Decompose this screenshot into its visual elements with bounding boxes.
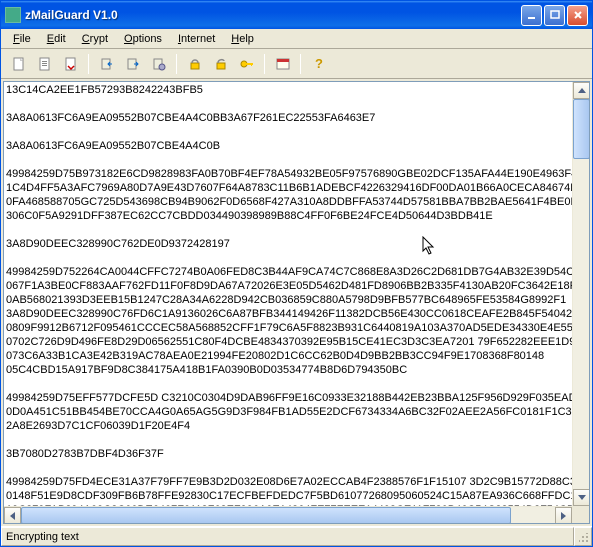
vertical-scrollbar[interactable] <box>572 82 589 506</box>
menu-edit[interactable]: Edit <box>39 31 74 47</box>
key-icon <box>239 56 255 72</box>
menu-file[interactable]: File <box>5 31 39 47</box>
menubar: File Edit Crypt Options Internet Help <box>1 29 592 49</box>
status-text: Encrypting text <box>1 527 574 546</box>
unlock-icon <box>213 56 229 72</box>
app-icon <box>5 7 21 23</box>
help-icon: ? <box>311 56 327 72</box>
open-doc-button[interactable] <box>33 52 56 75</box>
attach-export-button[interactable] <box>121 52 144 75</box>
close-button[interactable] <box>567 5 588 26</box>
scroll-down-button[interactable] <box>573 489 590 506</box>
app-window: zMailGuard V1.0 File Edit Crypt Options … <box>0 0 593 547</box>
calendar-button[interactable] <box>271 52 294 75</box>
minimize-button[interactable] <box>521 5 542 26</box>
horizontal-scrollbar[interactable] <box>4 506 572 523</box>
new-doc-button[interactable] <box>7 52 30 75</box>
scroll-up-button[interactable] <box>573 82 590 99</box>
scroll-corner <box>572 506 589 523</box>
calendar-icon <box>275 56 291 72</box>
save-doc-button[interactable] <box>59 52 82 75</box>
menu-help[interactable]: Help <box>223 31 262 47</box>
window-title: zMailGuard V1.0 <box>25 8 521 22</box>
svg-text:?: ? <box>315 56 323 71</box>
decrypt-button[interactable] <box>209 52 232 75</box>
resize-grip[interactable] <box>574 527 592 546</box>
scroll-thumb-v[interactable] <box>573 99 590 159</box>
menu-options[interactable]: Options <box>116 31 170 47</box>
key-button[interactable] <box>235 52 258 75</box>
statusbar: Encrypting text <box>1 526 592 546</box>
cipher-text-content[interactable]: 13C14CA2EE1FB57293B8242243BFB5 3A8A0613F… <box>4 82 572 506</box>
lock-icon <box>187 56 203 72</box>
menu-crypt[interactable]: Crypt <box>74 31 116 47</box>
attach-config-button[interactable] <box>147 52 170 75</box>
maximize-button[interactable] <box>544 5 565 26</box>
scroll-left-button[interactable] <box>4 507 21 524</box>
titlebar[interactable]: zMailGuard V1.0 <box>1 1 592 29</box>
encrypt-button[interactable] <box>183 52 206 75</box>
menu-internet[interactable]: Internet <box>170 31 223 47</box>
main-text-area[interactable]: 13C14CA2EE1FB57293B8242243BFB5 3A8A0613F… <box>3 81 590 524</box>
scroll-thumb-h[interactable] <box>21 507 511 524</box>
toolbar: ? <box>1 49 592 79</box>
help-button[interactable]: ? <box>307 52 330 75</box>
attach-import-button[interactable] <box>95 52 118 75</box>
scroll-right-button[interactable] <box>555 507 572 524</box>
